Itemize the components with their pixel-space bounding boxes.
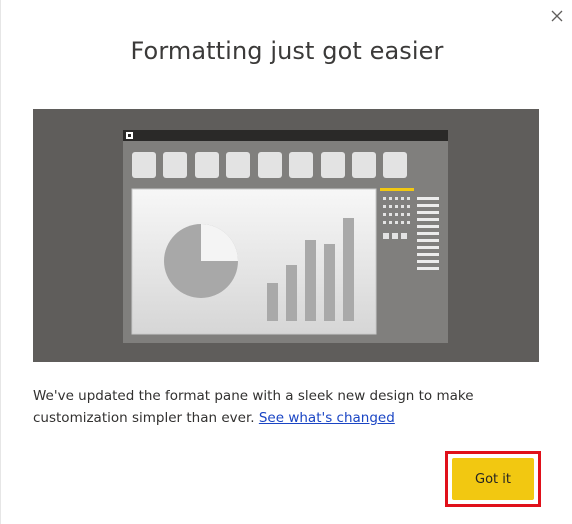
description-text: We've updated the format pane with a sle…	[33, 388, 474, 426]
close-icon	[551, 10, 563, 22]
got-it-button[interactable]: Got it	[452, 458, 534, 500]
see-whats-changed-link[interactable]: See what's changed	[259, 410, 395, 426]
dialog-description: We've updated the format pane with a sle…	[33, 385, 543, 429]
dialog: Formatting just got easier We've updated…	[0, 0, 572, 524]
close-button[interactable]	[547, 6, 567, 26]
format-pane-illustration	[33, 109, 539, 362]
dialog-title: Formatting just got easier	[130, 37, 444, 65]
